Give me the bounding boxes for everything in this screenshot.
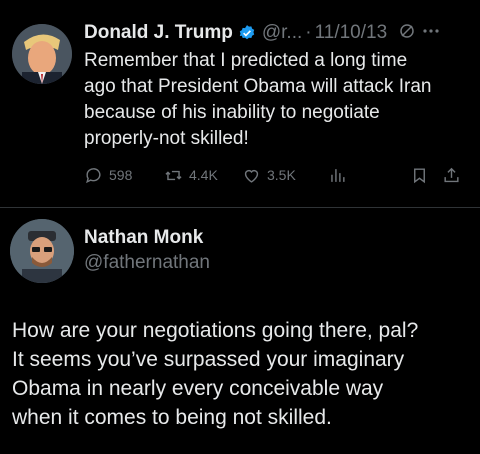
- share-button[interactable]: [442, 162, 461, 188]
- views-button[interactable]: [328, 162, 347, 188]
- reply-author-handle[interactable]: @fathernathan: [84, 252, 210, 274]
- like-count: 3.5K: [267, 167, 296, 183]
- reply-text-line: Obama in nearly every conceivable way: [12, 377, 384, 400]
- bookmark-icon: [414, 167, 425, 183]
- author-name[interactable]: Donald J. Trump: [84, 22, 233, 44]
- like-icon: [244, 169, 259, 183]
- reply-icon: [86, 167, 101, 183]
- tweet-text: Remember that I predicted a long time ag…: [84, 48, 469, 152]
- reply-text-line: How are your negotiations going there, p…: [12, 319, 419, 342]
- tweet-actions: 598 4.4K 3.5K: [84, 162, 470, 188]
- more-icon[interactable]: [423, 23, 439, 44]
- views-icon: [331, 168, 345, 182]
- verified-badge-icon: [239, 25, 255, 40]
- tweet-text-line: ago that President Obama will attack Ira…: [84, 76, 432, 97]
- tweet-date[interactable]: 11/10/13: [315, 22, 388, 44]
- reply-text-line: It seems you’ve surpassed your imaginary: [12, 348, 405, 371]
- nathan-avatar[interactable]: [10, 219, 74, 283]
- original-tweet[interactable]: Donald J. Trump @r... · 11/10/13 Remembe…: [0, 0, 480, 212]
- grok-icon[interactable]: [399, 23, 415, 44]
- reply-text: How are your negotiations going there, p…: [12, 316, 474, 432]
- divider: [0, 207, 480, 208]
- reply-author-name[interactable]: Nathan Monk: [84, 227, 203, 249]
- repost-button[interactable]: 4.4K: [164, 162, 218, 188]
- tweet-text-line: Remember that I predicted a long time: [84, 50, 408, 71]
- share-icon: [444, 167, 459, 182]
- bookmark-button[interactable]: [410, 162, 429, 188]
- tweet-text-line: properly-not skilled!: [84, 128, 249, 149]
- like-button[interactable]: 3.5K: [242, 162, 296, 188]
- reply-button[interactable]: 598: [84, 162, 132, 188]
- repost-icon: [165, 170, 182, 180]
- repost-count: 4.4K: [189, 167, 218, 183]
- author-handle[interactable]: @r...: [262, 22, 302, 44]
- tweet-header: Donald J. Trump @r... · 11/10/13: [84, 20, 470, 46]
- reply-text-line: when it comes to being not skilled.: [12, 406, 332, 429]
- reply-count: 598: [109, 167, 133, 183]
- separator-dot: ·: [305, 22, 312, 43]
- tweet-text-line: because of his inability to negotiate: [84, 102, 380, 123]
- trump-avatar[interactable]: [12, 24, 72, 84]
